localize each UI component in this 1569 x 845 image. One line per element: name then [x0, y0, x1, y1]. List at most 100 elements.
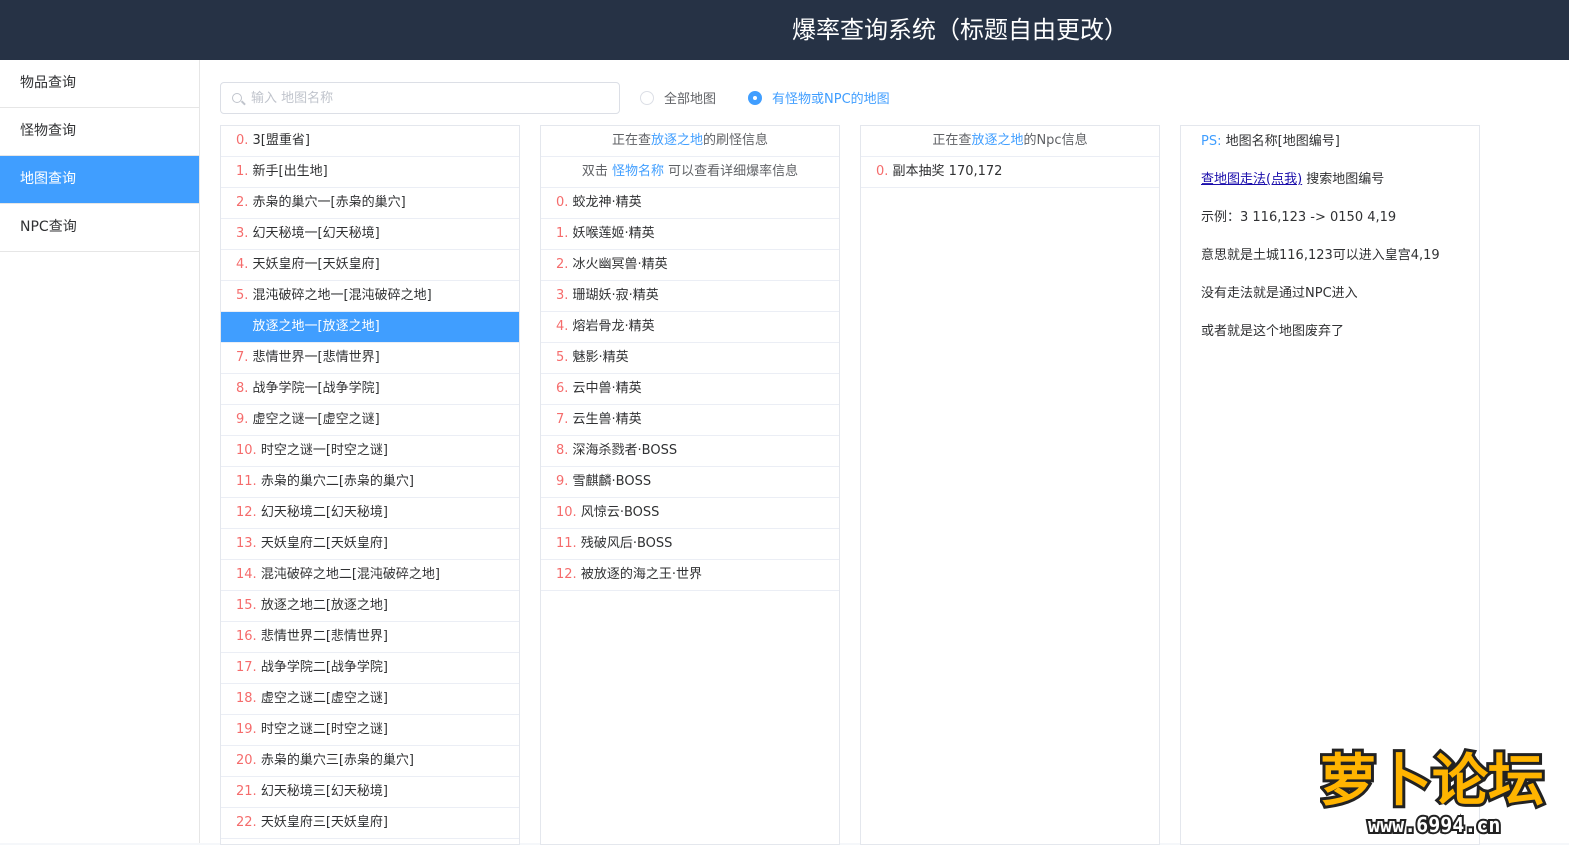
- row-index: 12.: [236, 505, 257, 520]
- sidebar: 物品查询 怪物查询 地图查询 NPC查询: [0, 60, 200, 843]
- sidebar-item-items[interactable]: 物品查询: [0, 60, 199, 108]
- row-index: 5.: [236, 288, 249, 303]
- monster-list-item[interactable]: 0. 蛟龙神·精英: [541, 188, 839, 219]
- search-box[interactable]: [220, 82, 620, 114]
- row-index: 0.: [876, 164, 889, 179]
- row-index: 1.: [236, 164, 249, 179]
- npc-list-item[interactable]: 0. 副本抽奖 170,172: [861, 157, 1159, 188]
- row-index: 4.: [236, 257, 249, 272]
- row-name: 赤枭的巢穴二[赤枭的巢穴]: [256, 474, 414, 489]
- row-index: 7.: [236, 350, 249, 365]
- map-list-item[interactable]: 4. 天妖皇府一[天妖皇府]: [221, 250, 519, 281]
- map-list-item[interactable]: 10. 时空之谜一[时空之谜]: [221, 436, 519, 467]
- monster-panel: 正在查放逐之地的刷怪信息 双击 怪物名称 可以查看详细爆率信息 0. 蛟龙神·精…: [540, 125, 840, 845]
- help-abandoned: 或者就是这个地图废弃了: [1201, 324, 1345, 339]
- row-index: 6.: [556, 381, 569, 396]
- map-list-item[interactable]: 2. 赤枭的巢穴一[赤枭的巢穴]: [221, 188, 519, 219]
- row-index: 3.: [556, 288, 569, 303]
- ps-text: 地图名称[地图编号]: [1221, 134, 1340, 149]
- row-name: 战争学院二[战争学院]: [256, 660, 388, 675]
- page-title: 爆率查询系统（标题自由更改）: [792, 16, 1128, 44]
- row-name: 天妖皇府二[天妖皇府]: [256, 536, 388, 551]
- radio-circle-icon: [640, 90, 654, 105]
- map-list-item[interactable]: 17. 战争学院二[战争学院]: [221, 653, 519, 684]
- map-list-item[interactable]: 9. 虚空之谜一[虚空之谜]: [221, 405, 519, 436]
- map-list-item[interactable]: 11. 赤枭的巢穴二[赤枭的巢穴]: [221, 467, 519, 498]
- radio-label: 全部地图: [664, 92, 717, 107]
- map-list-item[interactable]: 18. 虚空之谜二[虚空之谜]: [221, 684, 519, 715]
- map-route-link[interactable]: 查地图走法(点我): [1201, 172, 1302, 187]
- row-name: 3[盟重省]: [248, 133, 310, 148]
- row-index: 14.: [236, 567, 257, 582]
- monster-list-item[interactable]: 2. 冰火幽冥兽·精英: [541, 250, 839, 281]
- map-list-item[interactable]: 21. 幻天秘境三[幻天秘境]: [221, 777, 519, 808]
- map-list-item[interactable]: 22. 天妖皇府三[天妖皇府]: [221, 808, 519, 839]
- map-list-item[interactable]: 8. 战争学院一[战争学院]: [221, 374, 519, 405]
- map-list-item[interactable]: 14. 混沌破碎之地二[混沌破碎之地]: [221, 560, 519, 591]
- row-name: 赤枭的巢穴一[赤枭的巢穴]: [248, 195, 406, 210]
- sidebar-item-maps[interactable]: 地图查询: [0, 156, 199, 204]
- sidebar-item-monsters[interactable]: 怪物查询: [0, 108, 199, 156]
- map-list-item[interactable]: 16. 悲情世界二[悲情世界]: [221, 622, 519, 653]
- header-suffix: 的Npc信息: [1023, 133, 1088, 148]
- radio-maps-with-monsters[interactable]: 有怪物或NPC的地图: [748, 88, 890, 107]
- monster-list-item[interactable]: 9. 雪麒麟·BOSS: [541, 467, 839, 498]
- monster-list-item[interactable]: 3. 珊瑚妖·寂·精英: [541, 281, 839, 312]
- row-name: 放逐之地二[放逐之地]: [256, 598, 388, 613]
- row-name: 天妖皇府三[天妖皇府]: [256, 815, 388, 830]
- monster-list-item[interactable]: 12. 被放逐的海之王·世界: [541, 560, 839, 591]
- map-list-item[interactable]: 19. 时空之谜二[时空之谜]: [221, 715, 519, 746]
- row-name: 幻天秘境三[幻天秘境]: [256, 784, 388, 799]
- row-name: 天妖皇府一[天妖皇府]: [248, 257, 380, 272]
- watermark-text: 萝卜论坛: [1320, 749, 1544, 814]
- watermark-logo: 萝卜论坛 www.6994.cn: [1320, 746, 1547, 838]
- radio-all-maps[interactable]: 全部地图: [640, 88, 716, 107]
- map-list-item[interactable]: 6. 放逐之地一[放逐之地]: [221, 312, 519, 343]
- map-list-item[interactable]: 13. 天妖皇府二[天妖皇府]: [221, 529, 519, 560]
- monster-list-item[interactable]: 8. 深海杀戮者·BOSS: [541, 436, 839, 467]
- row-index: 2.: [556, 257, 569, 272]
- map-list-item[interactable]: 7. 悲情世界一[悲情世界]: [221, 343, 519, 374]
- radio-label: 有怪物或NPC的地图: [772, 92, 890, 107]
- row-index: 11.: [556, 536, 577, 551]
- map-list-item[interactable]: 12. 幻天秘境二[幻天秘境]: [221, 498, 519, 529]
- map-list-item[interactable]: 15. 放逐之地二[放逐之地]: [221, 591, 519, 622]
- row-index: 10.: [556, 505, 577, 520]
- row-index: 0.: [556, 195, 569, 210]
- search-input[interactable]: [251, 83, 611, 113]
- row-name: 战争学院一[战争学院]: [248, 381, 380, 396]
- help-link-line: 查地图走法(点我) 搜索地图编号: [1201, 170, 1459, 190]
- map-list-item[interactable]: 3. 幻天秘境一[幻天秘境]: [221, 219, 519, 250]
- map-list-item[interactable]: 20. 赤枭的巢穴三[赤枭的巢穴]: [221, 746, 519, 777]
- header-prefix: 正在查: [932, 133, 972, 148]
- map-list-item[interactable]: 0. 3[盟重省]: [221, 126, 519, 157]
- help-meaning: 意思就是土城116,123可以进入皇宫4,19: [1201, 248, 1440, 263]
- row-name: 虚空之谜一[虚空之谜]: [248, 412, 380, 427]
- row-index: 10.: [236, 443, 257, 458]
- row-name: 放逐之地一[放逐之地]: [248, 319, 380, 334]
- help-panel: PS: 地图名称[地图编号] 查地图走法(点我) 搜索地图编号 示例：3 116…: [1180, 125, 1480, 845]
- row-index: 18.: [236, 691, 257, 706]
- row-index: 8.: [556, 443, 569, 458]
- row-index: 19.: [236, 722, 257, 737]
- row-name: 熔岩骨龙·精英: [568, 319, 655, 334]
- map-list-item[interactable]: 5. 混沌破碎之地一[混沌破碎之地]: [221, 281, 519, 312]
- sidebar-item-npc[interactable]: NPC查询: [0, 204, 199, 252]
- npc-panel-header: 正在查放逐之地的Npc信息: [861, 126, 1159, 157]
- row-name: 冰火幽冥兽·精英: [568, 257, 668, 272]
- monster-list-item[interactable]: 10. 风惊云·BOSS: [541, 498, 839, 529]
- monster-list-item[interactable]: 6. 云中兽·精英: [541, 374, 839, 405]
- row-index: 21.: [236, 784, 257, 799]
- monster-list-item[interactable]: 5. 魅影·精英: [541, 343, 839, 374]
- row-index: 4.: [556, 319, 569, 334]
- monster-list-item[interactable]: 4. 熔岩骨龙·精英: [541, 312, 839, 343]
- monster-list-item[interactable]: 7. 云生兽·精英: [541, 405, 839, 436]
- row-index: 2.: [236, 195, 249, 210]
- row-name: 时空之谜一[时空之谜]: [256, 443, 388, 458]
- monster-list-item[interactable]: 1. 妖喉莲姬·精英: [541, 219, 839, 250]
- map-list-item[interactable]: 1. 新手[出生地]: [221, 157, 519, 188]
- monster-list-item[interactable]: 11. 残破风后·BOSS: [541, 529, 839, 560]
- row-index: 16.: [236, 629, 257, 644]
- hint-highlight: 怪物名称: [611, 164, 664, 179]
- row-index: 17.: [236, 660, 257, 675]
